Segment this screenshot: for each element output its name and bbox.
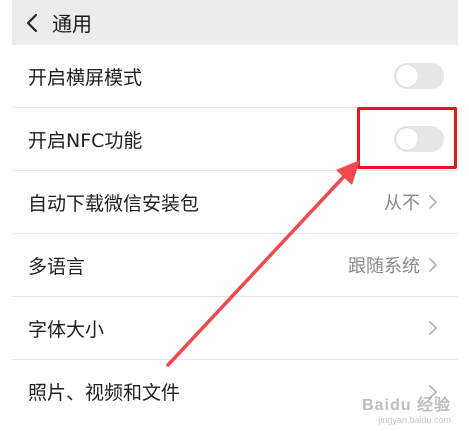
header-bar: 通用 <box>12 0 458 45</box>
chevron-right-icon <box>426 383 440 401</box>
setting-row-nfc[interactable]: 开启NFC功能 <box>12 108 458 171</box>
landscape-toggle-switch[interactable] <box>394 63 444 89</box>
setting-value-group: 跟随系统 <box>348 252 440 278</box>
back-chevron-icon[interactable] <box>12 0 52 45</box>
setting-row-language[interactable]: 多语言 跟随系统 <box>12 234 458 297</box>
setting-label-auto-download: 自动下载微信安装包 <box>28 192 200 215</box>
setting-value-auto-download: 从不 <box>384 193 420 214</box>
settings-list: 开启横屏模式 开启NFC功能 自动下载微信安装包 从不 多语言 跟随系统 字体大… <box>12 45 458 423</box>
setting-label-media-files: 照片、视频和文件 <box>28 382 181 404</box>
toggle-knob <box>396 128 418 150</box>
nfc-toggle-switch[interactable] <box>394 126 444 152</box>
setting-row-media-files[interactable]: 照片、视频和文件 <box>12 360 458 423</box>
setting-row-auto-download[interactable]: 自动下载微信安装包 从不 <box>12 171 458 234</box>
setting-value-language: 跟随系统 <box>348 256 420 277</box>
page-title: 通用 <box>52 12 92 36</box>
setting-label-font-size: 字体大小 <box>28 318 105 341</box>
setting-value-group: 从不 <box>384 189 440 215</box>
setting-label-landscape: 开启横屏模式 <box>28 66 143 89</box>
chevron-right-icon <box>426 193 440 211</box>
setting-row-font-size[interactable]: 字体大小 <box>12 297 458 360</box>
setting-label-nfc: 开启NFC功能 <box>28 129 143 152</box>
setting-row-landscape[interactable]: 开启横屏模式 <box>12 45 458 108</box>
chevron-right-icon <box>426 256 440 274</box>
settings-screen: 通用 开启横屏模式 开启NFC功能 自动下载微信安装包 从不 多语言 跟随系统 … <box>0 0 469 431</box>
toggle-knob <box>396 65 418 87</box>
chevron-right-icon <box>426 319 440 337</box>
setting-label-language: 多语言 <box>28 255 86 278</box>
